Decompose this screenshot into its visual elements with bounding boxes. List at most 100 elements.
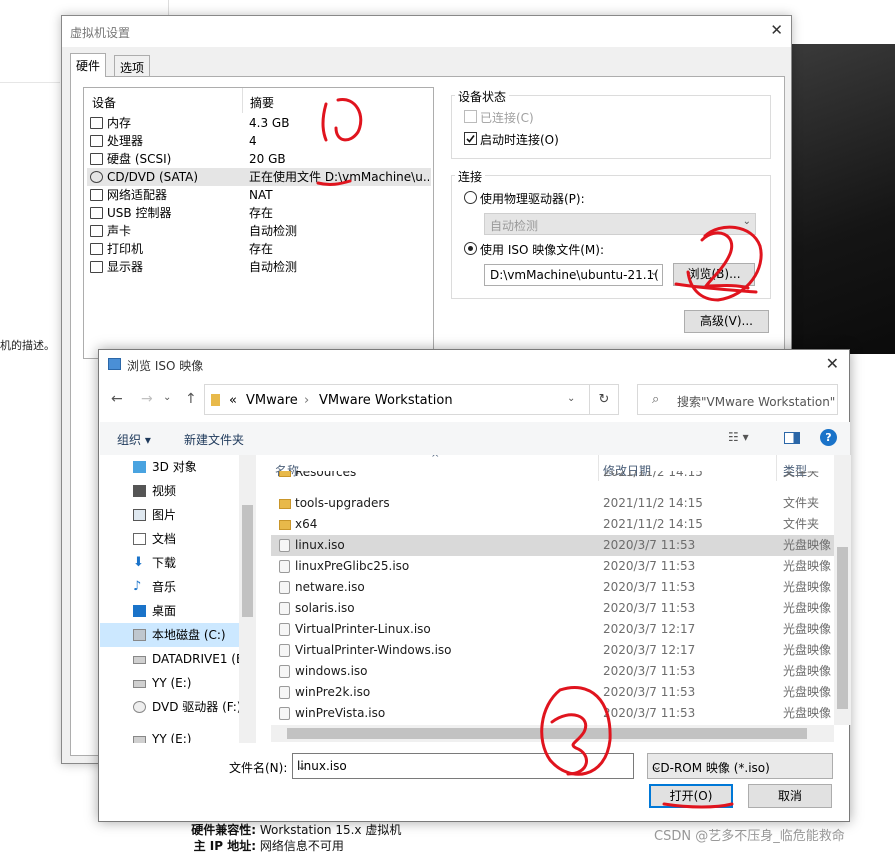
tab-hardware[interactable]: 硬件 [70,53,107,77]
refresh-icon: ↻ [598,392,610,407]
file-row[interactable]: x64 2021/11/2 14:15 文件夹 [271,514,834,535]
breadcrumb-vmware[interactable]: VMware [246,393,298,408]
device-column-header: 设备 [92,96,117,110]
iso-path-combo[interactable]: D:\vmMachine\ubuntu-21.1( ⌄ [484,264,663,286]
film-icon [133,485,146,497]
organize-button[interactable]: 组织 ▾ [117,431,151,448]
picture-icon [133,509,146,521]
sort-up-icon: ^ [431,455,440,464]
device-row-usb[interactable]: USB 控制器 存在 [87,204,431,222]
vm-preview-area [792,44,895,354]
nav-scrollbar[interactable] [239,455,256,743]
device-name: USB 控制器 [107,206,172,220]
preview-pane-icon[interactable] [784,432,800,444]
file-row[interactable]: VirtualPrinter-Linux.iso 2020/3/7 12:17 … [271,619,834,640]
physical-drive-select[interactable]: 自动检测 ⌄ [484,213,756,235]
printer-icon [90,243,103,255]
nav-item-desktop[interactable]: 桌面 [100,599,240,623]
connected-checkbox[interactable] [464,110,477,123]
nav-item-yy-e[interactable]: YY (E:) [100,671,240,695]
advanced-button[interactable]: 高级(V)... [684,310,769,333]
usb-icon [90,207,103,219]
device-summary: 4.3 GB [249,116,290,130]
nav-item-downloads[interactable]: ⬇ 下载 [100,551,240,575]
refresh-button[interactable]: ↻ [589,384,619,415]
back-icon[interactable]: ← [111,391,123,407]
dialog-title: 虚拟机设置 [70,26,131,40]
connect-at-power-on-label: 启动时连接(O) [480,133,559,147]
device-name: 打印机 [107,242,144,256]
search-placeholder: 搜索"VMware Workstation" [677,395,836,409]
music-icon: ♪ [133,579,142,594]
disc-image-icon [279,707,290,720]
file-row[interactable]: netware.iso 2020/3/7 11:53 光盘映像 [271,577,834,598]
file-row[interactable]: winPreVista.iso 2020/3/7 11:53 光盘映像 [271,703,834,724]
breadcrumb-vmware-workstation[interactable]: VMware Workstation [319,393,453,408]
processor-icon [90,135,103,147]
chevron-down-icon[interactable]: ⌄ [163,392,171,403]
file-row[interactable]: windows.iso 2020/3/7 11:53 光盘映像 [271,661,834,682]
iso-image-radio[interactable] [464,242,477,255]
chevron-down-icon[interactable]: ⌄ [297,759,631,773]
chevron-down-icon[interactable]: ⌄ [567,393,575,404]
file-row[interactable]: tools-upgraders 2021/11/2 14:15 文件夹 [271,493,834,514]
tab-options[interactable]: 选项 [114,55,151,77]
horizontal-scrollbar-thumb[interactable] [287,728,807,739]
device-row-printer[interactable]: 打印机 存在 [87,240,431,258]
nav-item-pictures[interactable]: 图片 [100,503,240,527]
file-row[interactable]: solaris.iso 2020/3/7 11:53 光盘映像 [271,598,834,619]
filename-input[interactable]: linux.iso ⌄ [292,753,634,779]
nav-item-videos[interactable]: 视频 [100,479,240,503]
forward-icon[interactable]: → [141,391,153,407]
nav-scrollbar-thumb[interactable] [242,505,253,617]
nav-item-3d-objects[interactable]: 3D 对象 [100,455,240,479]
nav-item-documents[interactable]: 文档 [100,527,240,551]
summary-column-header: 摘要 [250,96,275,110]
file-list-scrollbar-thumb[interactable] [837,547,848,709]
file-row[interactable]: winPre2k.iso 2020/3/7 11:53 光盘映像 [271,682,834,703]
nav-item-dvd-f[interactable]: DVD 驱动器 (F:) [100,695,242,719]
horizontal-scrollbar[interactable] [271,725,834,742]
file-row[interactable]: Resources 2021/11/2 14:15 文件夹 [271,471,834,481]
breadcrumb-separator: › [304,393,310,408]
device-row-sound[interactable]: 声卡 自动检测 [87,222,431,240]
disc-icon [133,701,146,713]
device-name: 内存 [107,116,132,130]
browse-button[interactable]: 浏览(B)... [673,263,755,286]
file-row[interactable]: VirtualPrinter-Windows.iso 2020/3/7 12:1… [271,640,834,661]
nav-item-datadrive1[interactable]: DATADRIVE1 (E [100,647,244,671]
cancel-button[interactable]: 取消 [748,784,832,808]
device-row-cddvd[interactable]: CD/DVD (SATA) 正在使用文件 D:\vmMachine\u... [87,168,431,186]
open-button[interactable]: 打开(O) [649,784,733,808]
nav-item-yy-e-2[interactable]: YY (E:) [100,727,240,743]
file-list-scrollbar[interactable] [834,455,851,725]
address-bar[interactable]: « VMware › VMware Workstation ⌄ [204,384,619,415]
device-row-network[interactable]: 网络适配器 NAT [87,186,431,204]
device-name: CD/DVD (SATA) [107,170,199,184]
file-row[interactable]: linuxPreGlibc25.iso 2020/3/7 11:53 光盘映像 [271,556,834,577]
device-summary: 自动检测 [249,260,298,274]
physical-drive-radio[interactable] [464,191,477,204]
search-box[interactable]: ⌕ 搜索"VMware Workstation" [637,384,838,415]
up-icon[interactable]: ↑ [185,391,197,407]
connect-at-power-on-checkbox[interactable] [464,132,477,145]
close-icon[interactable]: ✕ [770,21,783,39]
new-folder-button[interactable]: 新建文件夹 [184,431,244,448]
filetype-select[interactable]: CD-ROM 映像 (*.iso) ⌄ [647,753,833,779]
device-summary: 正在使用文件 D:\vmMachine\u... [249,170,429,184]
nav-item-music[interactable]: ♪ 音乐 [100,575,240,599]
view-options-icon[interactable]: ☷ ▾ [728,430,749,444]
device-row-memory[interactable]: 内存 4.3 GB [87,114,431,132]
nav-item-local-disk-c[interactable]: 本地磁盘 (C:) [100,623,240,647]
browse-iso-dialog: 浏览 ISO 映像 ✕ ← → ⌄ ↑ « VMware › VMware Wo… [98,349,851,822]
device-row-processor[interactable]: 处理器 4 [87,132,431,150]
close-icon[interactable]: ✕ [826,354,839,373]
breadcrumb-overflow[interactable]: « [229,393,237,408]
help-icon[interactable]: ? [820,429,837,446]
search-icon: ⌕ [652,392,660,407]
device-name: 硬盘 (SCSI) [107,152,172,166]
device-row-harddisk[interactable]: 硬盘 (SCSI) 20 GB [87,150,431,168]
device-name: 显示器 [107,260,144,274]
file-row[interactable]: linux.iso 2020/3/7 11:53 光盘映像 [271,535,834,556]
device-row-display[interactable]: 显示器 自动检测 [87,258,431,276]
